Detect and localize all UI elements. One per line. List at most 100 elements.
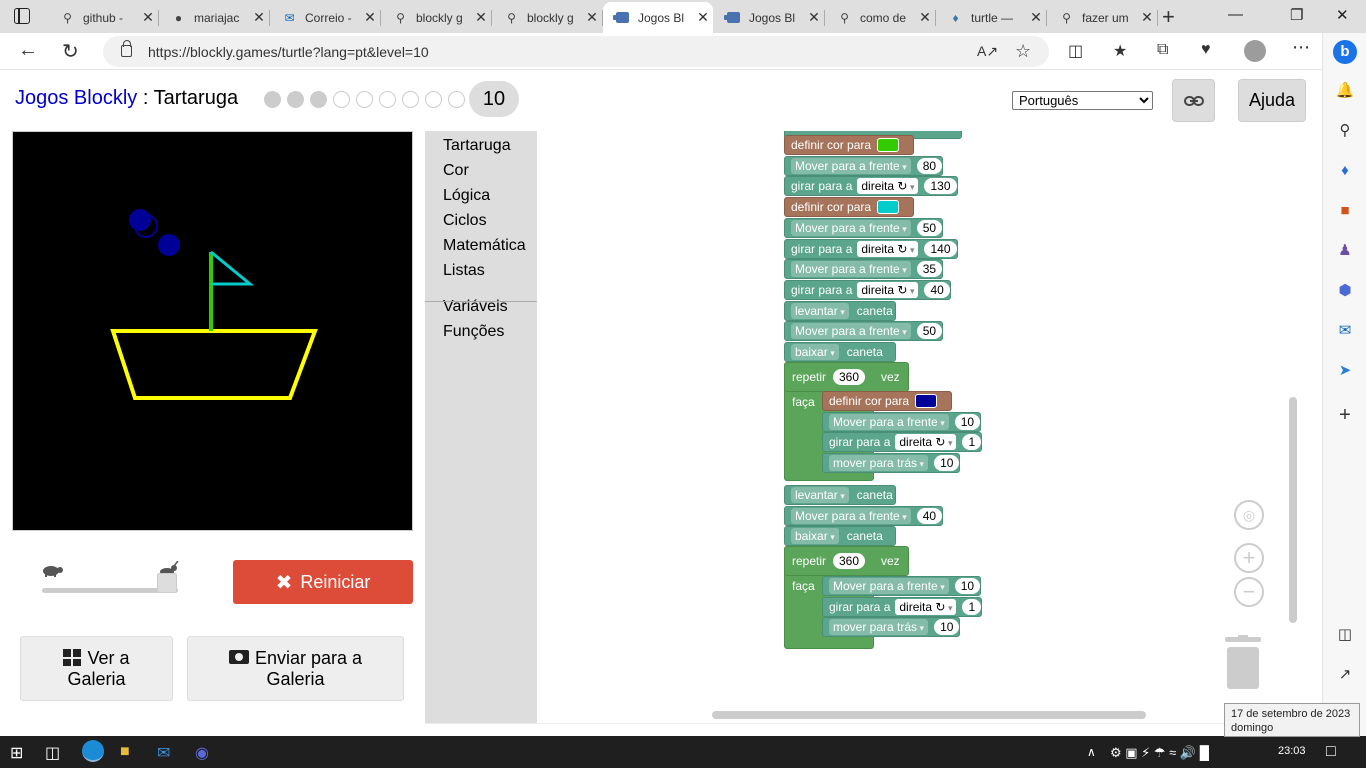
repeat-count-input[interactable]: 360 bbox=[833, 369, 866, 385]
move-block[interactable]: mover para trás 10 bbox=[822, 453, 961, 474]
set-color-block[interactable]: definir cor para bbox=[822, 391, 952, 411]
level-dot[interactable] bbox=[402, 91, 419, 108]
refresh-button[interactable]: ↻ bbox=[62, 39, 79, 64]
browser-tab[interactable]: ♦ turtle — ✕ bbox=[936, 2, 1047, 33]
back-button[interactable]: ← bbox=[18, 39, 38, 62]
distance-input[interactable]: 80 bbox=[916, 157, 943, 174]
add-sidebar-icon[interactable]: + bbox=[1335, 405, 1355, 425]
profile-avatar[interactable] bbox=[1244, 40, 1266, 62]
repeat-loop-header-2[interactable]: repetir 360 vez bbox=[784, 546, 909, 576]
view-gallery-button[interactable]: Ver a Galeria bbox=[20, 636, 173, 701]
pen-state-dropdown[interactable]: levantar bbox=[791, 302, 849, 319]
new-tab-button[interactable]: + bbox=[1162, 4, 1175, 30]
more-menu-icon[interactable]: ⋯ bbox=[1292, 37, 1310, 58]
move-direction-dropdown[interactable]: Mover para a frente bbox=[791, 323, 911, 340]
mail-icon[interactable]: ✉ bbox=[157, 743, 170, 763]
browser-tab[interactable]: ● mariajac ✕ bbox=[159, 2, 270, 33]
distance-input[interactable]: 35 bbox=[916, 261, 943, 278]
close-tab-icon[interactable]: ✕ bbox=[249, 9, 269, 26]
distance-input[interactable]: 10 bbox=[934, 619, 960, 636]
repeat-count-input[interactable]: 360 bbox=[833, 553, 866, 569]
move-block[interactable]: Mover para a frente 10 bbox=[822, 411, 982, 432]
pen-block[interactable]: baixar caneta bbox=[784, 342, 896, 362]
color-swatch[interactable] bbox=[877, 138, 900, 152]
copilot-icon[interactable]: b bbox=[1333, 40, 1357, 64]
recenter-icon[interactable]: ◎ bbox=[1234, 500, 1264, 530]
windows-start-icon[interactable]: ⊞ bbox=[10, 743, 23, 763]
level-dot[interactable] bbox=[379, 91, 396, 108]
close-tab-icon[interactable]: ✕ bbox=[360, 9, 380, 26]
open-external-icon[interactable]: ↗ bbox=[1335, 665, 1355, 685]
level-dot[interactable] bbox=[287, 91, 304, 108]
pen-block[interactable]: baixar caneta bbox=[784, 526, 896, 547]
sidebar-panel-icon[interactable]: ◫ bbox=[1335, 625, 1355, 645]
current-level-badge[interactable]: 10 bbox=[469, 81, 519, 117]
teams-icon[interactable]: ◉ bbox=[195, 743, 209, 763]
speed-slider[interactable] bbox=[40, 561, 180, 603]
browser-tab[interactable]: Jogos Bl ✕ bbox=[714, 2, 825, 33]
toolbox-category[interactable]: Funções bbox=[443, 323, 504, 341]
search-icon[interactable]: ⚲ bbox=[1335, 121, 1355, 141]
trash-icon[interactable] bbox=[1225, 635, 1261, 689]
distance-input[interactable]: 40 bbox=[916, 507, 943, 524]
taskbar-clock[interactable]: 23:03 bbox=[1278, 745, 1306, 757]
toolbox-category[interactable]: Ciclos bbox=[443, 212, 487, 230]
reset-button[interactable]: ✖ Reiniciar bbox=[233, 560, 413, 604]
level-dot[interactable] bbox=[310, 91, 327, 108]
close-tab-icon[interactable]: ✕ bbox=[1026, 9, 1046, 26]
turn-direction-dropdown[interactable]: direita ↻ bbox=[895, 598, 957, 615]
pen-block[interactable]: levantar caneta bbox=[784, 485, 896, 505]
close-tab-icon[interactable]: ✕ bbox=[138, 9, 158, 26]
browser-tab[interactable]: Jogos Bl ✕ bbox=[603, 2, 713, 33]
level-dot[interactable] bbox=[425, 91, 442, 108]
pen-state-dropdown[interactable]: baixar bbox=[791, 528, 839, 545]
url-text[interactable]: https://blockly.games/turtle?lang=pt&lev… bbox=[148, 44, 429, 60]
close-tab-icon[interactable]: ✕ bbox=[804, 9, 824, 26]
turn-block[interactable]: girar para a direita ↻ 1 bbox=[822, 596, 983, 617]
level-dot[interactable] bbox=[264, 91, 281, 108]
turn-block[interactable]: girar para a direita ↻ 140 bbox=[784, 238, 958, 259]
blockly-workspace[interactable]: definir cor para Mover para a frente 80 gir… bbox=[537, 131, 1303, 723]
zoom-in-button[interactable]: + bbox=[1234, 543, 1264, 573]
browser-tab[interactable]: ⚲ como de ✕ bbox=[825, 2, 936, 33]
move-direction-dropdown[interactable]: Mover para a frente bbox=[791, 219, 911, 236]
browser-tab[interactable]: ⚲ blockly g ✕ bbox=[492, 2, 603, 33]
move-block[interactable]: Mover para a frente 10 bbox=[822, 576, 982, 596]
browser-tab[interactable]: ⚲ github - ✕ bbox=[48, 2, 159, 33]
send-icon[interactable]: ➤ bbox=[1335, 361, 1355, 381]
angle-input[interactable]: 140 bbox=[924, 240, 957, 257]
level-dot[interactable] bbox=[448, 91, 465, 108]
move-block[interactable]: Mover para a frente 80 bbox=[784, 155, 944, 176]
distance-input[interactable]: 10 bbox=[954, 413, 981, 430]
turn-block[interactable]: girar para a direita ↻ 40 bbox=[784, 279, 951, 300]
move-block[interactable]: Mover para a frente 35 bbox=[784, 259, 944, 280]
move-direction-dropdown[interactable]: mover para trás bbox=[829, 455, 929, 472]
angle-input[interactable]: 130 bbox=[924, 178, 957, 195]
toolbox-category[interactable]: Tartaruga bbox=[443, 137, 511, 155]
notifications-icon[interactable]: □ bbox=[1326, 743, 1336, 761]
angle-input[interactable]: 1 bbox=[962, 434, 982, 451]
address-bar[interactable]: https://blockly.games/turtle?lang=pt&lev… bbox=[103, 36, 1049, 67]
browser-tab[interactable]: ✉ Correio - ✕ bbox=[270, 2, 381, 33]
help-button[interactable]: Ajuda bbox=[1238, 79, 1306, 122]
toolbox-category[interactable]: Lógica bbox=[443, 187, 490, 205]
office-icon[interactable]: ⬢ bbox=[1335, 281, 1355, 301]
pen-state-dropdown[interactable]: levantar bbox=[791, 487, 849, 503]
move-direction-dropdown[interactable]: Mover para a frente bbox=[791, 157, 911, 174]
pen-block[interactable]: levantar caneta bbox=[784, 300, 896, 321]
move-direction-dropdown[interactable]: mover para trás bbox=[829, 619, 929, 636]
tools-briefcase-icon[interactable]: ■ bbox=[1335, 201, 1355, 221]
task-view-icon[interactable]: ◫ bbox=[45, 743, 60, 763]
toolbox-category[interactable]: Cor bbox=[443, 162, 469, 180]
move-block[interactable]: Mover para a frente 40 bbox=[784, 505, 944, 526]
zoom-out-button[interactable]: − bbox=[1234, 577, 1264, 607]
outlook-icon[interactable]: ✉ bbox=[1335, 321, 1355, 341]
edge-taskbar-icon[interactable] bbox=[82, 740, 104, 762]
level-dot[interactable] bbox=[333, 91, 350, 108]
split-screen-icon[interactable]: ◫ bbox=[1068, 41, 1083, 61]
toolbox-category[interactable]: Matemática bbox=[443, 237, 526, 255]
move-block[interactable]: Mover para a frente 50 bbox=[784, 217, 944, 238]
submit-gallery-button[interactable]: Enviar para a Galeria bbox=[187, 636, 404, 701]
language-select[interactable]: Português bbox=[1012, 91, 1153, 110]
color-swatch[interactable] bbox=[877, 200, 900, 215]
